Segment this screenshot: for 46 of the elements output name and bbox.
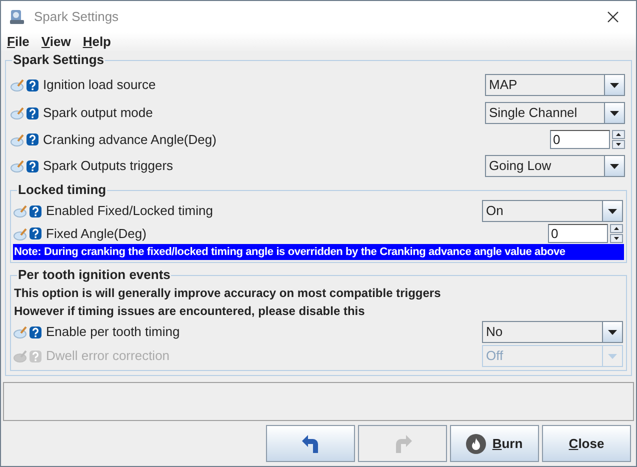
setting-label: Spark output mode xyxy=(43,104,154,122)
number-field[interactable]: 0 xyxy=(550,130,610,149)
spinner-arrows-icon[interactable] xyxy=(610,224,623,243)
help-icon[interactable] xyxy=(26,78,39,92)
close-icon[interactable] xyxy=(607,10,619,22)
burn-button[interactable]: Burn xyxy=(450,425,539,462)
dropdown[interactable]: Going Low xyxy=(485,155,625,177)
flame-icon xyxy=(466,434,486,454)
setting-label: Fixed Angle(Deg) xyxy=(46,224,148,243)
group-title: Spark Settings xyxy=(12,52,106,68)
help-icon[interactable] xyxy=(29,227,42,240)
info-text: This option is will generally improve accuracy on most compatible triggers xyxy=(13,285,442,302)
caret-icon xyxy=(608,330,617,334)
dropdown[interactable]: On xyxy=(482,200,623,222)
spinner-arrows-icon[interactable] xyxy=(612,130,625,149)
caret-icon xyxy=(608,208,617,214)
setting-label: Enabled Fixed/Locked timing xyxy=(46,202,214,220)
info-text: However if timing issues are encountered, please disable this xyxy=(13,303,366,320)
help-icon[interactable] xyxy=(26,106,39,120)
dropdown[interactable]: Single Channel xyxy=(485,102,625,124)
undo-button[interactable] xyxy=(266,425,355,462)
help-icon[interactable] xyxy=(29,326,42,338)
menu-item[interactable]: View xyxy=(41,32,71,52)
setting-label: Spark Outputs triggers xyxy=(43,157,174,176)
help-icon[interactable] xyxy=(29,204,42,218)
setting-label: Dwell error correction xyxy=(46,347,171,366)
close-button[interactable]: Close xyxy=(542,425,631,462)
caret-icon xyxy=(608,354,617,358)
dropdown[interactable]: No xyxy=(482,321,623,343)
app-icon xyxy=(8,8,26,26)
dropdown[interactable]: MAP xyxy=(485,74,625,96)
window-title: Spark Settings xyxy=(34,8,119,26)
help-icon[interactable] xyxy=(26,160,39,172)
caret-icon xyxy=(610,82,619,88)
group-title: Locked timing xyxy=(17,182,108,198)
number-field[interactable]: 0 xyxy=(548,224,608,243)
note-banner: Note: During cranking the fixed/locked timing angle is overridden by the Cranking advance angle value above xyxy=(13,244,624,260)
caret-icon xyxy=(610,110,619,116)
setting-label: Enable per tooth timing xyxy=(46,323,181,342)
help-icon[interactable] xyxy=(26,133,39,146)
group-title: Per tooth ignition events xyxy=(17,267,172,283)
setting-label: Cranking advance Angle(Deg) xyxy=(43,130,218,149)
menu-item[interactable]: Help xyxy=(82,32,112,52)
caret-icon xyxy=(610,164,619,168)
setting-label: Ignition load source xyxy=(43,76,157,94)
menu-item[interactable]: File xyxy=(7,32,30,52)
